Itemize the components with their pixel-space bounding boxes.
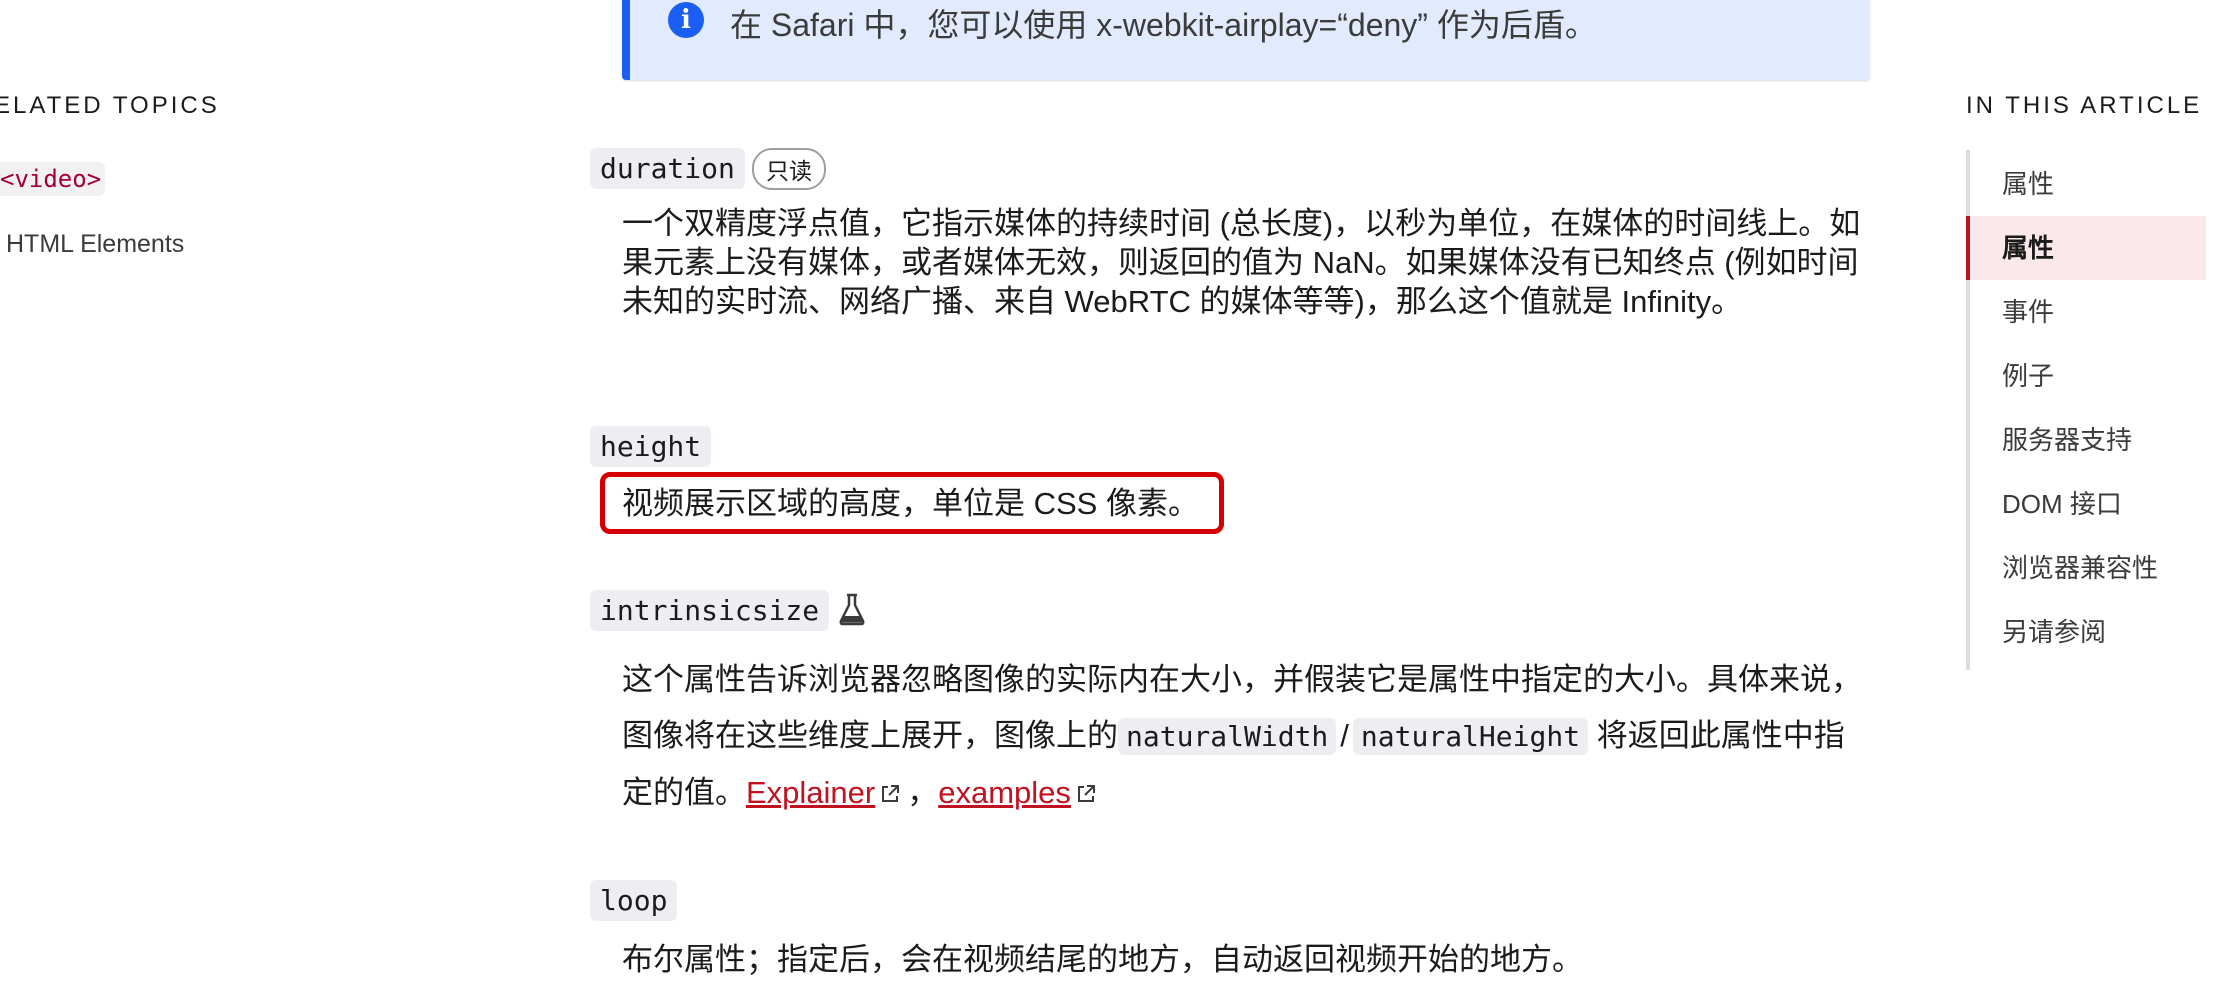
code-separator: / — [1340, 718, 1349, 753]
note-text: 在 Safari 中，您可以使用 x-webkit-airplay=“deny”… — [730, 7, 1597, 43]
toc-list: 属性 属性 事件 例子 服务器支持 DOM 接口 浏览器兼容性 另请参阅 — [1966, 150, 2210, 670]
attribute-term-intrinsicsize: intrinsicsize — [590, 590, 830, 631]
related-topics-heading: ELATED TOPICS — [0, 92, 220, 119]
related-topic-html-elements[interactable]: HTML Elements — [6, 230, 184, 259]
examples-link[interactable]: examples — [938, 775, 1071, 810]
readonly-badge: 只读 — [752, 148, 826, 190]
toc-item-attributes[interactable]: 属性 — [1970, 152, 2206, 216]
explainer-link[interactable]: Explainer — [746, 775, 875, 810]
attribute-term-height: height — [590, 426, 712, 467]
toc-heading: IN THIS ARTICLE — [1966, 92, 2203, 119]
attribute-term-duration: duration — [590, 148, 745, 189]
toc-item-browser-compat[interactable]: 浏览器兼容性 — [1970, 536, 2206, 600]
code-naturalheight: naturalHeight — [1352, 718, 1589, 755]
toc-item-server-support[interactable]: 服务器支持 — [1970, 408, 2206, 472]
attribute-term-loop: loop — [590, 880, 678, 921]
toc-item-events[interactable]: 事件 — [1970, 280, 2206, 344]
external-link-icon — [879, 767, 901, 823]
code-naturalwidth: naturalWidth — [1118, 718, 1337, 755]
link-separator: ， — [907, 775, 939, 810]
external-link-icon — [1075, 767, 1097, 823]
highlight-annotation — [600, 472, 1224, 534]
toc-item-attributes-active[interactable]: 属性 — [1966, 216, 2206, 280]
attribute-description-loop: 布尔属性；指定后，会在视频结尾的地方，自动返回视频开始的地方。 — [622, 942, 1583, 977]
toc-item-examples[interactable]: 例子 — [1970, 344, 2206, 408]
toc-item-see-also[interactable]: 另请参阅 — [1970, 600, 2206, 664]
attribute-description-duration: 一个双精度浮点值，它指示媒体的持续时间 (总长度)，以秒为单位，在媒体的时间线上… — [622, 206, 1861, 319]
attribute-description-intrinsicsize: 这个属性告诉浏览器忽略图像的实际内在大小，并假装它是属性中指定的大小。具体来说，… — [622, 652, 1872, 823]
flask-icon — [836, 592, 868, 631]
related-topic-video[interactable]: <video> — [0, 162, 106, 196]
toc-item-dom-interface[interactable]: DOM 接口 — [1970, 472, 2206, 536]
info-icon: i — [668, 2, 704, 38]
note-callout: i 在 Safari 中，您可以使用 x-webkit-airplay=“den… — [622, 0, 1870, 80]
